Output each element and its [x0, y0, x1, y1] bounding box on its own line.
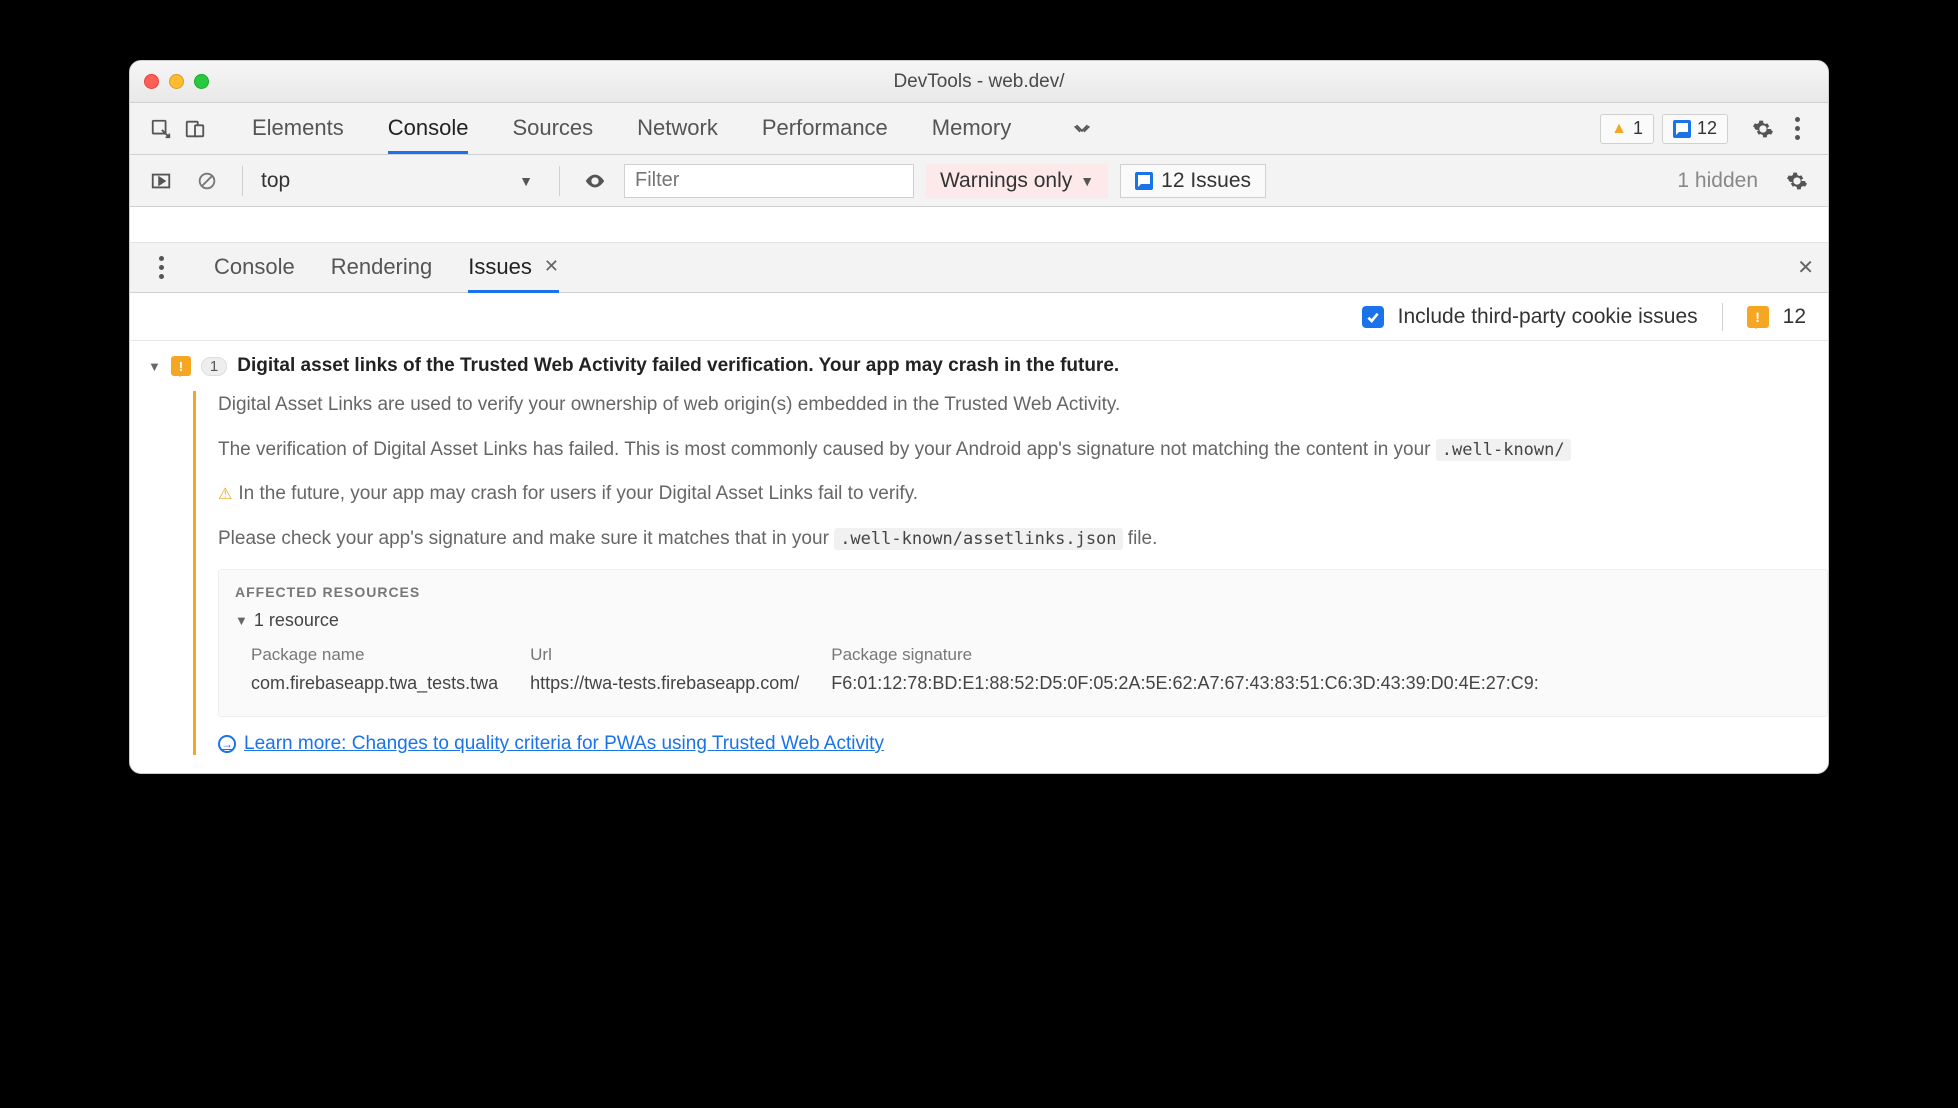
learn-more-link[interactable]: → Learn more: Changes to quality criteri…: [218, 733, 1828, 755]
inspect-element-icon[interactable]: [144, 112, 178, 146]
console-empty-area: [130, 207, 1828, 243]
issue-occurrence-count: 1: [201, 357, 227, 376]
issues-counter[interactable]: 12: [1662, 114, 1728, 144]
context-value: top: [261, 169, 290, 193]
warning-icon: ▲: [1611, 120, 1627, 138]
hidden-messages-label[interactable]: 1 hidden: [1677, 169, 1758, 193]
cell-signature: F6:01:12:78:BD:E1:88:52:D5:0F:05:2A:5E:6…: [831, 671, 1568, 696]
issue-row-header[interactable]: ▼ ! 1 Digital asset links of the Trusted…: [148, 351, 1828, 391]
main-tabs: Elements Console Sources Network Perform…: [252, 105, 1099, 153]
close-tab-icon[interactable]: ✕: [544, 256, 559, 277]
expand-icon: ▼: [148, 359, 161, 374]
arrow-circle-icon: →: [218, 735, 236, 753]
issues-count: 12: [1697, 118, 1717, 139]
warning-icon: ⚠: [218, 486, 232, 503]
affected-resources-heading: AFFECTED RESOURCES: [235, 584, 1811, 600]
main-menu-icon[interactable]: [1780, 112, 1814, 146]
code-path: .well-known/assetlinks.json: [834, 528, 1122, 550]
issues-toolbar: Include third-party cookie issues ! 12: [130, 293, 1828, 341]
tab-elements[interactable]: Elements: [252, 105, 344, 153]
issues-icon: [1673, 120, 1691, 138]
tab-sources[interactable]: Sources: [512, 105, 593, 153]
close-drawer-icon[interactable]: ✕: [1797, 255, 1814, 280]
drawer-tab-console[interactable]: Console: [214, 244, 295, 292]
issue-paragraph: The verification of Digital Asset Links …: [218, 436, 1828, 465]
issues-total-count: 12: [1783, 305, 1806, 329]
console-settings-icon[interactable]: [1780, 164, 1814, 198]
include-third-party-label: Include third-party cookie issues: [1398, 305, 1698, 329]
titlebar: DevTools - web.dev/: [130, 61, 1828, 103]
drawer-tabs: Console Rendering Issues ✕ ✕: [130, 243, 1828, 293]
issue-details: Digital Asset Links are used to verify y…: [193, 391, 1828, 755]
devtools-window: DevTools - web.dev/ Elements Console Sou…: [129, 60, 1829, 774]
context-selector[interactable]: top ▼: [261, 169, 541, 193]
col-package-name: Package name: [251, 641, 528, 669]
warnings-counter[interactable]: ▲ 1: [1600, 114, 1654, 144]
include-third-party-checkbox[interactable]: [1362, 306, 1384, 328]
chevron-down-icon: ▼: [1080, 173, 1094, 189]
code-path: .well-known/: [1436, 439, 1571, 461]
tab-network[interactable]: Network: [637, 105, 718, 153]
toggle-sidebar-icon[interactable]: [144, 164, 178, 198]
tab-console[interactable]: Console: [388, 105, 469, 153]
drawer-tab-rendering[interactable]: Rendering: [331, 244, 433, 292]
warning-speech-icon: !: [171, 356, 191, 376]
table-row[interactable]: com.firebaseapp.twa_tests.twa https://tw…: [251, 671, 1569, 696]
live-expression-icon[interactable]: [578, 164, 612, 198]
issue-warning-paragraph: ⚠In the future, your app may crash for u…: [218, 480, 1828, 509]
issues-button-label: 12 Issues: [1161, 169, 1251, 193]
col-url: Url: [530, 641, 829, 669]
chevron-down-icon: ▼: [519, 173, 533, 189]
console-toolbar: top ▼ Warnings only ▼ 12 Issues 1 hidden: [130, 155, 1828, 207]
drawer-menu-icon[interactable]: [144, 251, 178, 285]
window-title: DevTools - web.dev/: [130, 71, 1828, 93]
open-issues-button[interactable]: 12 Issues: [1120, 164, 1266, 198]
issues-panel: ▼ ! 1 Digital asset links of the Trusted…: [130, 341, 1828, 773]
issue-paragraph: Digital Asset Links are used to verify y…: [218, 391, 1828, 420]
affected-resources-table: Package name Url Package signature com.f…: [249, 639, 1571, 698]
more-tabs-icon[interactable]: [1065, 112, 1099, 146]
issue-paragraph: Please check your app's signature and ma…: [218, 525, 1828, 554]
warning-speech-icon: !: [1747, 306, 1769, 328]
table-header-row: Package name Url Package signature: [251, 641, 1569, 669]
issues-icon: [1135, 172, 1153, 190]
main-toolbar: Elements Console Sources Network Perform…: [130, 103, 1828, 155]
toggle-device-toolbar-icon[interactable]: [178, 112, 212, 146]
drawer-tab-issues[interactable]: Issues ✕: [468, 244, 559, 292]
settings-icon[interactable]: [1746, 112, 1780, 146]
log-level-value: Warnings only: [940, 169, 1072, 193]
log-level-selector[interactable]: Warnings only ▼: [926, 164, 1108, 198]
tab-performance[interactable]: Performance: [762, 105, 888, 153]
cell-package-name: com.firebaseapp.twa_tests.twa: [251, 671, 528, 696]
resource-toggle[interactable]: ▼ 1 resource: [235, 610, 1811, 631]
filter-input[interactable]: [624, 164, 914, 198]
col-package-signature: Package signature: [831, 641, 1568, 669]
tab-memory[interactable]: Memory: [932, 105, 1011, 153]
affected-resources-section: AFFECTED RESOURCES ▼ 1 resource Package …: [218, 569, 1828, 717]
clear-console-icon[interactable]: [190, 164, 224, 198]
cell-url: https://twa-tests.firebaseapp.com/: [530, 671, 829, 696]
warnings-count: 1: [1633, 118, 1643, 139]
issue-title: Digital asset links of the Trusted Web A…: [237, 355, 1119, 377]
expand-icon: ▼: [235, 613, 248, 628]
